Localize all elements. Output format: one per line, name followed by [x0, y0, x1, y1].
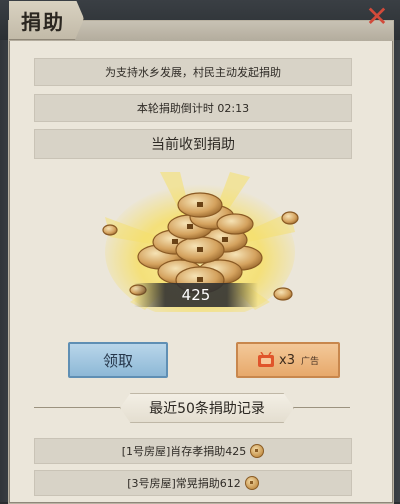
title-plate: 捐助 — [9, 1, 84, 40]
record-item: [1号房屋]肖存孝捐助425 — [34, 438, 352, 464]
countdown-text: 本轮捐助倒计时 02:13 — [136, 102, 250, 115]
ad-multiplier-label: x3 — [279, 352, 295, 368]
records-header: 最近50条捐助记录 — [120, 393, 294, 423]
records-divider-right — [292, 407, 350, 408]
received-header-bar: 当前收到捐助 — [34, 129, 352, 159]
records-header-text: 最近50条捐助记录 — [149, 401, 265, 417]
panel-title: 捐助 — [21, 9, 65, 34]
claim-button[interactable]: 领取 — [68, 342, 168, 378]
records-divider-left — [34, 407, 120, 408]
record-item: [3号房屋]常晃捐助612 — [34, 470, 352, 496]
record-text: [3号房屋]常晃捐助612 — [127, 477, 241, 490]
donation-amount-plate: 425 — [134, 283, 258, 307]
received-header-text: 当前收到捐助 — [151, 137, 235, 153]
record-text: [1号房屋]肖存孝捐助425 — [121, 445, 247, 458]
claim-button-label: 领取 — [102, 351, 133, 370]
ad-triple-button[interactable]: x3 广告 — [236, 342, 340, 378]
donation-amount: 425 — [181, 286, 211, 304]
tv-icon — [258, 352, 274, 367]
copper-coin-icon — [250, 444, 265, 458]
close-x-icon: ✕ — [365, 0, 389, 33]
close-button[interactable]: ✕ — [363, 3, 391, 31]
description-text: 为支持水乡发展，村民主动发起捐助 — [105, 66, 281, 79]
description-bar: 为支持水乡发展，村民主动发起捐助 — [34, 58, 352, 86]
ad-label: 广告 — [300, 356, 319, 367]
countdown-bar: 本轮捐助倒计时 02:13 — [34, 94, 352, 122]
copper-coin-icon — [244, 476, 259, 490]
